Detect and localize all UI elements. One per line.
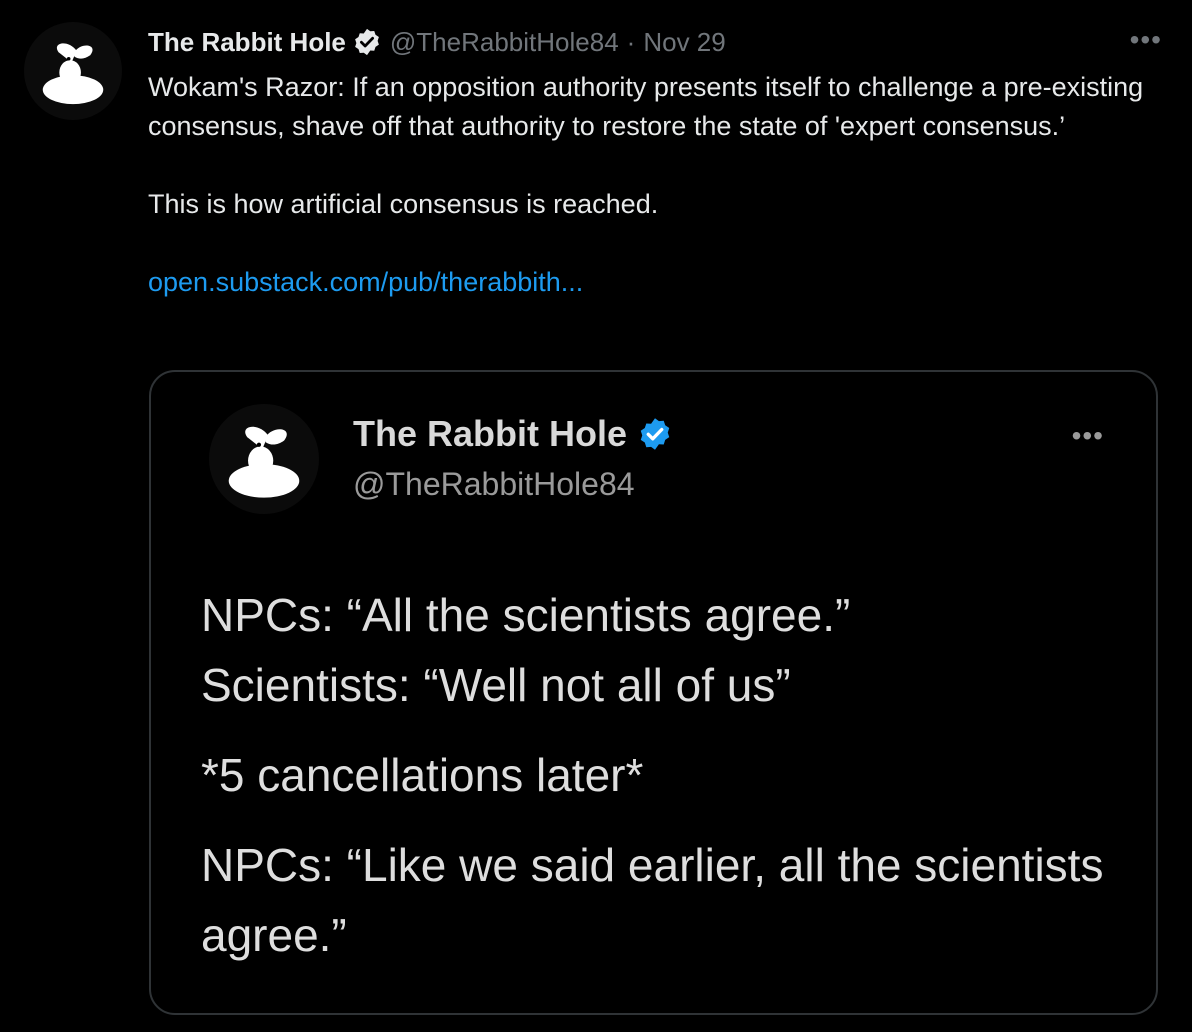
tweet-date[interactable]: Nov 29 <box>643 24 725 60</box>
quoted-author-name: The Rabbit Hole <box>353 412 673 456</box>
rabbit-logo-icon <box>42 43 104 105</box>
quoted-line-2: Scientists: “Well not all of us” <box>201 659 791 711</box>
quoted-line-3: *5 cancellations later* <box>201 749 644 801</box>
tweet-link[interactable]: open.substack.com/pub/therabbith... <box>148 267 583 297</box>
tweet-header: The Rabbit Hole @TheRabbitHole84 · Nov 2… <box>148 24 726 60</box>
quoted-line-1: NPCs: “All the scientists agree.” <box>201 589 851 641</box>
verified-badge-icon <box>355 28 379 56</box>
author-name[interactable]: The Rabbit Hole <box>148 24 346 60</box>
tweet-text: Wokam's Razor: If an opposition authorit… <box>148 68 1158 302</box>
quoted-text: NPCs: “All the scientists agree.” Scient… <box>201 580 1131 970</box>
author-avatar[interactable] <box>24 22 122 120</box>
quoted-more-icon: ••• <box>1071 420 1104 451</box>
quoted-image-card[interactable]: The Rabbit Hole @TheRabbitHole84 ••• NPC… <box>149 370 1158 1015</box>
separator-dot: · <box>626 27 636 57</box>
tweet-text-paragraph-1: Wokam's Razor: If an opposition authorit… <box>148 72 1144 141</box>
rabbit-logo-icon <box>228 426 300 498</box>
author-handle[interactable]: @TheRabbitHole84 <box>390 24 619 60</box>
quoted-author-avatar <box>209 404 319 514</box>
quoted-line-4: NPCs: “Like we said earlier, all the sci… <box>201 839 1104 961</box>
quoted-author-name-text: The Rabbit Hole <box>353 413 628 454</box>
verified-badge-icon <box>640 418 670 450</box>
more-options-icon[interactable]: ••• <box>1130 22 1162 58</box>
tweet-text-paragraph-2: This is how artificial consensus is reac… <box>148 189 659 219</box>
quoted-author-handle: @TheRabbitHole84 <box>353 466 635 502</box>
